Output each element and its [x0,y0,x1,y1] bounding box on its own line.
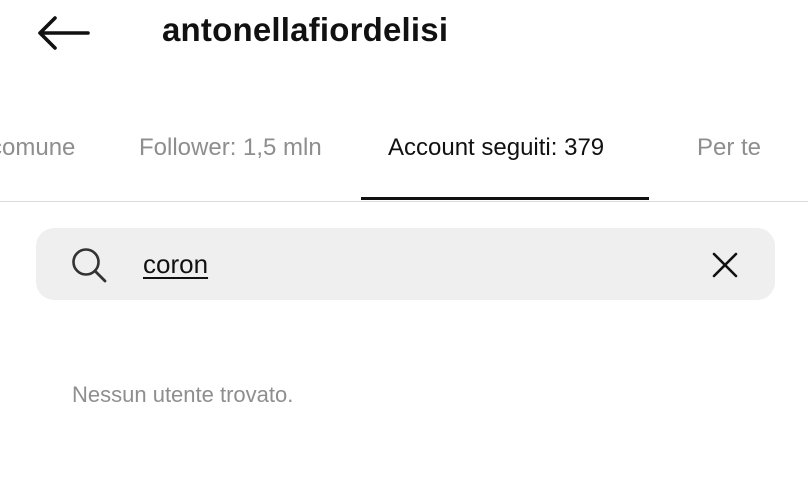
close-icon [712,252,738,278]
tab-followers[interactable]: Follower: 1,5 mln [139,132,322,164]
search-icon [72,248,107,283]
tab-for-you[interactable]: Per te [697,132,761,164]
no-results-message: Nessun utente trovato. [72,382,294,407]
clear-search-button[interactable] [708,248,742,282]
arrow-left-icon [38,16,90,50]
tab-following[interactable]: Account seguiti: 379 [388,132,604,164]
back-button[interactable] [34,10,92,56]
top-bar: antonellafiordelisi [0,0,808,70]
tabs-divider [0,201,808,202]
profile-username-title: antonellafiordelisi [162,11,449,48]
tab-in-common[interactable]: comune [0,132,75,164]
search-bar[interactable] [36,228,775,300]
follow-tabs: comune Follower: 1,5 mln Account seguiti… [0,112,808,202]
active-tab-indicator [361,197,649,200]
search-input[interactable] [143,245,683,283]
